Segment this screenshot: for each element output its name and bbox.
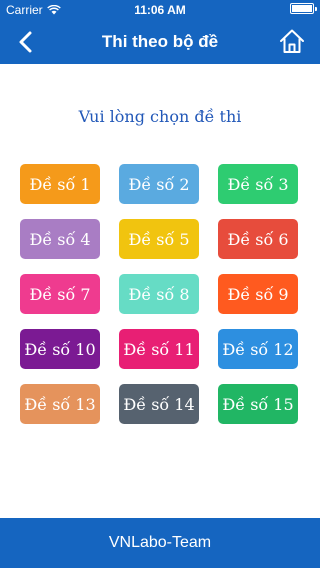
choose-exam-prompt: Vui lòng chọn đề thi: [78, 107, 242, 126]
page-title: Thi theo bộ đề: [101, 32, 219, 51]
home-button[interactable]: [278, 27, 306, 55]
exam-tile-12[interactable]: Đề số 12: [218, 329, 298, 369]
exam-tile-2[interactable]: Đề số 2: [119, 164, 199, 204]
battery-icon: [290, 3, 317, 14]
exam-tile-3[interactable]: Đề số 3: [218, 164, 298, 204]
exam-tile-8[interactable]: Đề số 8: [119, 274, 199, 314]
exam-tile-9[interactable]: Đề số 9: [218, 274, 298, 314]
exam-tile-4[interactable]: Đề số 4: [20, 219, 100, 259]
exam-tile-6[interactable]: Đề số 6: [218, 219, 298, 259]
exam-tile-14[interactable]: Đề số 14: [119, 384, 199, 424]
exam-tile-15[interactable]: Đề số 15: [218, 384, 298, 424]
exam-tile-1[interactable]: Đề số 1: [20, 164, 100, 204]
home-icon: [280, 29, 304, 53]
exam-tile-13[interactable]: Đề số 13: [20, 384, 100, 424]
nav-bar: Thi theo bộ đề: [0, 20, 320, 64]
exam-tile-11[interactable]: Đề số 11: [119, 329, 199, 369]
exam-tile-10[interactable]: Đề số 10: [20, 329, 100, 369]
status-bar: Carrier 11:06 AM: [0, 0, 320, 20]
footer-team-label: VNLabo-Team: [0, 518, 320, 568]
exam-tile-5[interactable]: Đề số 5: [119, 219, 199, 259]
exam-tile-7[interactable]: Đề số 7: [20, 274, 100, 314]
status-time: 11:06 AM: [134, 3, 186, 17]
battery-level: [290, 3, 317, 14]
